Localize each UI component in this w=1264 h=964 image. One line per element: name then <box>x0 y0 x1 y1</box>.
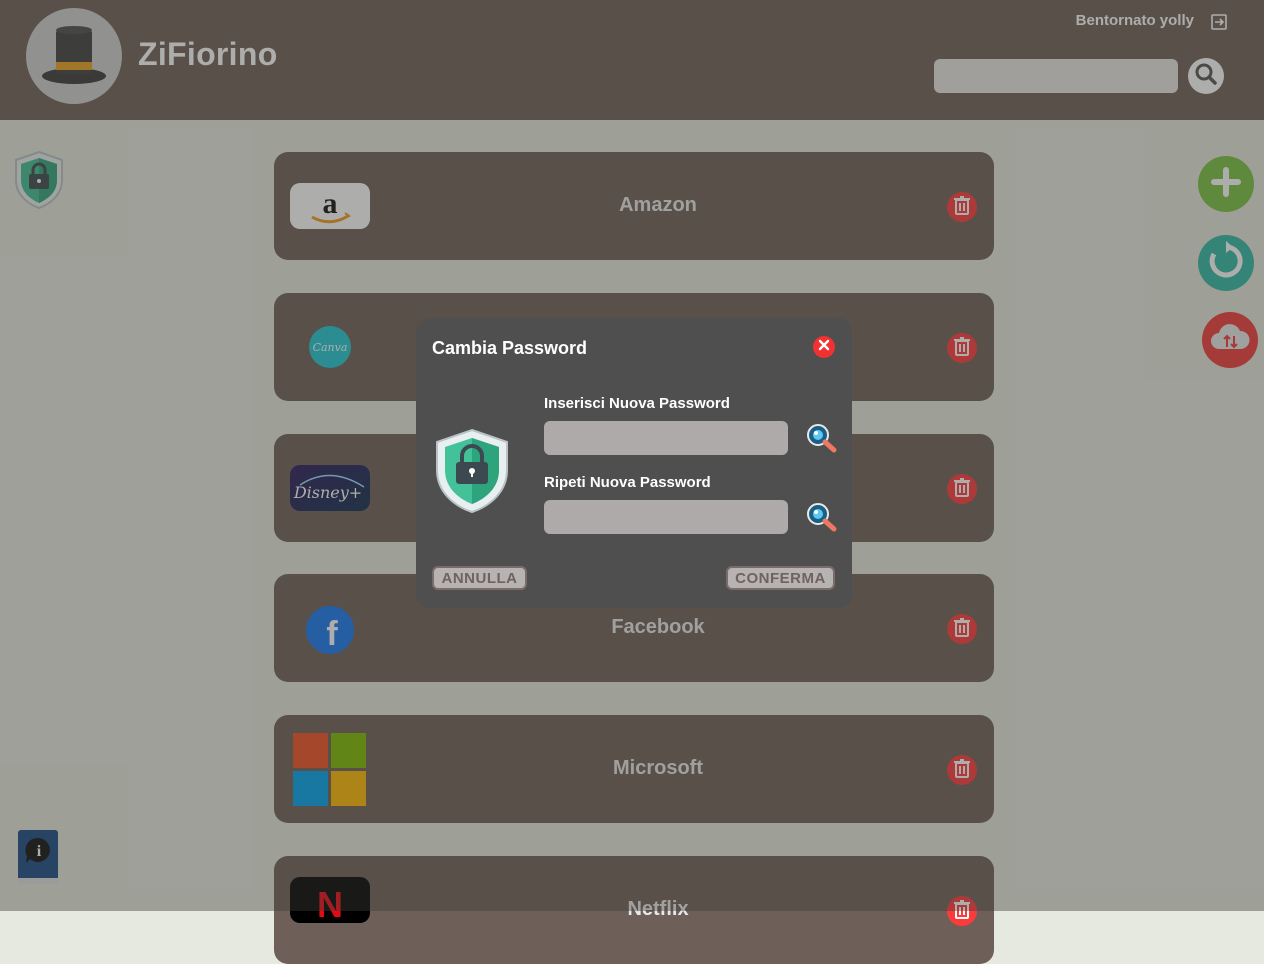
shield-lock-icon <box>434 428 510 514</box>
repeat-password-input[interactable] <box>544 500 788 534</box>
confirm-button[interactable]: CONFERMA <box>726 566 835 590</box>
toggle-visibility-button[interactable] <box>804 499 840 533</box>
repeat-password-label: Ripeti Nuova Password <box>544 474 711 491</box>
close-button[interactable] <box>813 336 835 358</box>
cancel-button[interactable]: ANNULLA <box>432 566 527 590</box>
new-password-label: Inserisci Nuova Password <box>544 395 730 412</box>
change-password-dialog: Cambia Password Inserisci Nuova Password <box>416 318 852 608</box>
eye-magnifier-icon <box>804 503 840 537</box>
close-icon <box>818 338 830 356</box>
dialog-title: Cambia Password <box>432 338 588 358</box>
eye-magnifier-icon <box>804 424 840 458</box>
new-password-input[interactable] <box>544 421 788 455</box>
toggle-visibility-button[interactable] <box>804 420 840 454</box>
